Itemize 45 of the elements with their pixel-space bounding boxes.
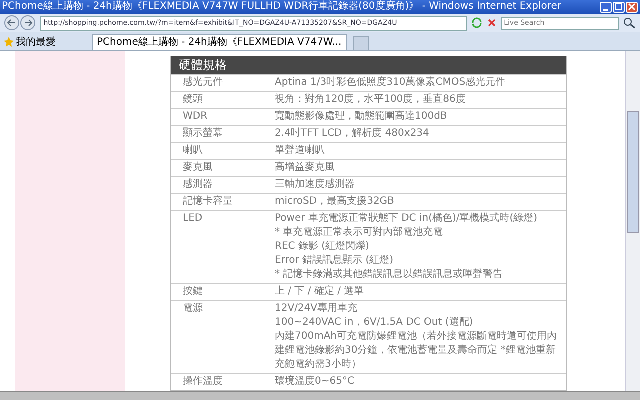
browser-tab[interactable]: PChome線上購物 - 24h購物《FLEXMEDIA V747W... (92, 34, 347, 50)
star-icon (4, 37, 14, 47)
spec-label: 操作溫度 (182, 375, 224, 389)
spec-label: 麥克風 (182, 161, 214, 175)
close-icon (628, 3, 636, 11)
scrollbar[interactable] (625, 51, 640, 391)
spec-value: 上 / 下 / 確定 / 選單 (275, 285, 366, 299)
table-title: 硬體規格 (179, 58, 227, 72)
spec-value: 視角：對角120度，水平100度，垂直86度 (275, 93, 467, 107)
spec-label: 感測器 (182, 178, 214, 192)
spec-label: 記憶卡容量 (182, 195, 234, 209)
spec-value: microSD，最高支援32GB (275, 195, 396, 209)
spec-value: 高增益麥克風 (275, 161, 336, 175)
search-icon[interactable] (622, 17, 636, 29)
spec-value: 環境溫度0~65°C (275, 375, 356, 389)
maximize-icon (615, 3, 623, 11)
stop-icon[interactable] (486, 17, 498, 29)
spec-value: * 車充電源正常表示可對內部電池充電 (275, 226, 444, 240)
back-forward-icon[interactable] (4, 15, 36, 31)
close-button[interactable] (626, 2, 638, 12)
spec-value: 2.4吋TFT LCD，解析度 480x234 (275, 127, 430, 141)
spec-value: Aptina 1/3吋彩色低照度310萬像素CMOS感光元件 (275, 76, 507, 90)
minimize-button[interactable] (600, 2, 612, 12)
refresh-icon[interactable] (470, 17, 482, 29)
favorites-button[interactable]: 我的最愛 (4, 34, 56, 50)
spec-value: Error 錯誤訊息顯示 (紅燈) (275, 254, 395, 268)
spec-label: 顯示螢幕 (182, 127, 224, 141)
spec-label: 喇叭 (182, 144, 204, 158)
maximize-button[interactable] (613, 2, 625, 12)
spec-value: 單聲道喇叭 (275, 144, 326, 158)
window-title: PChome線上購物 - 24h購物《FLEXMEDIA V747W FULLHD WDR行車記錄器(80度廣角)》 - Windows Internet Explorer (2, 1, 562, 13)
spec-label: 感光元件 (182, 76, 224, 90)
spec-value: 寬動態影像處理，動態範圍高達100dB (275, 110, 448, 124)
spec-value: 內建700mAh可充電防爆鋰電池（若外接電源斷電時還可使用內建鋰電池錄影約30分鐘，依電池蓄電量及壽命而定 *鋰電池重新充飽電約需3小時） (275, 330, 558, 372)
spec-label: WDR (182, 110, 209, 124)
spec-value: 三軸加速度感測器 (275, 178, 356, 192)
spec-label: 鏡頭 (182, 93, 204, 107)
spec-value: 12V/24V專用車充 (275, 302, 358, 316)
spec-label: 電源 (182, 302, 204, 316)
spec-label: 按鍵 (182, 285, 204, 299)
spec-value: 100~240VAC in，6V/1.5A DC Out (選配) (275, 316, 474, 330)
spec-value: Power 車充電源正常狀態下 DC in(橘色)/單機模式時(綠燈) (275, 212, 539, 226)
spec-label: LED (182, 212, 204, 226)
spec-value: * 記憶卡錄滿或其他錯誤訊息以錯誤訊息或嗶聲警告 (275, 268, 504, 282)
spec-value: REC 錄影 (紅燈閃爍) (275, 240, 370, 254)
